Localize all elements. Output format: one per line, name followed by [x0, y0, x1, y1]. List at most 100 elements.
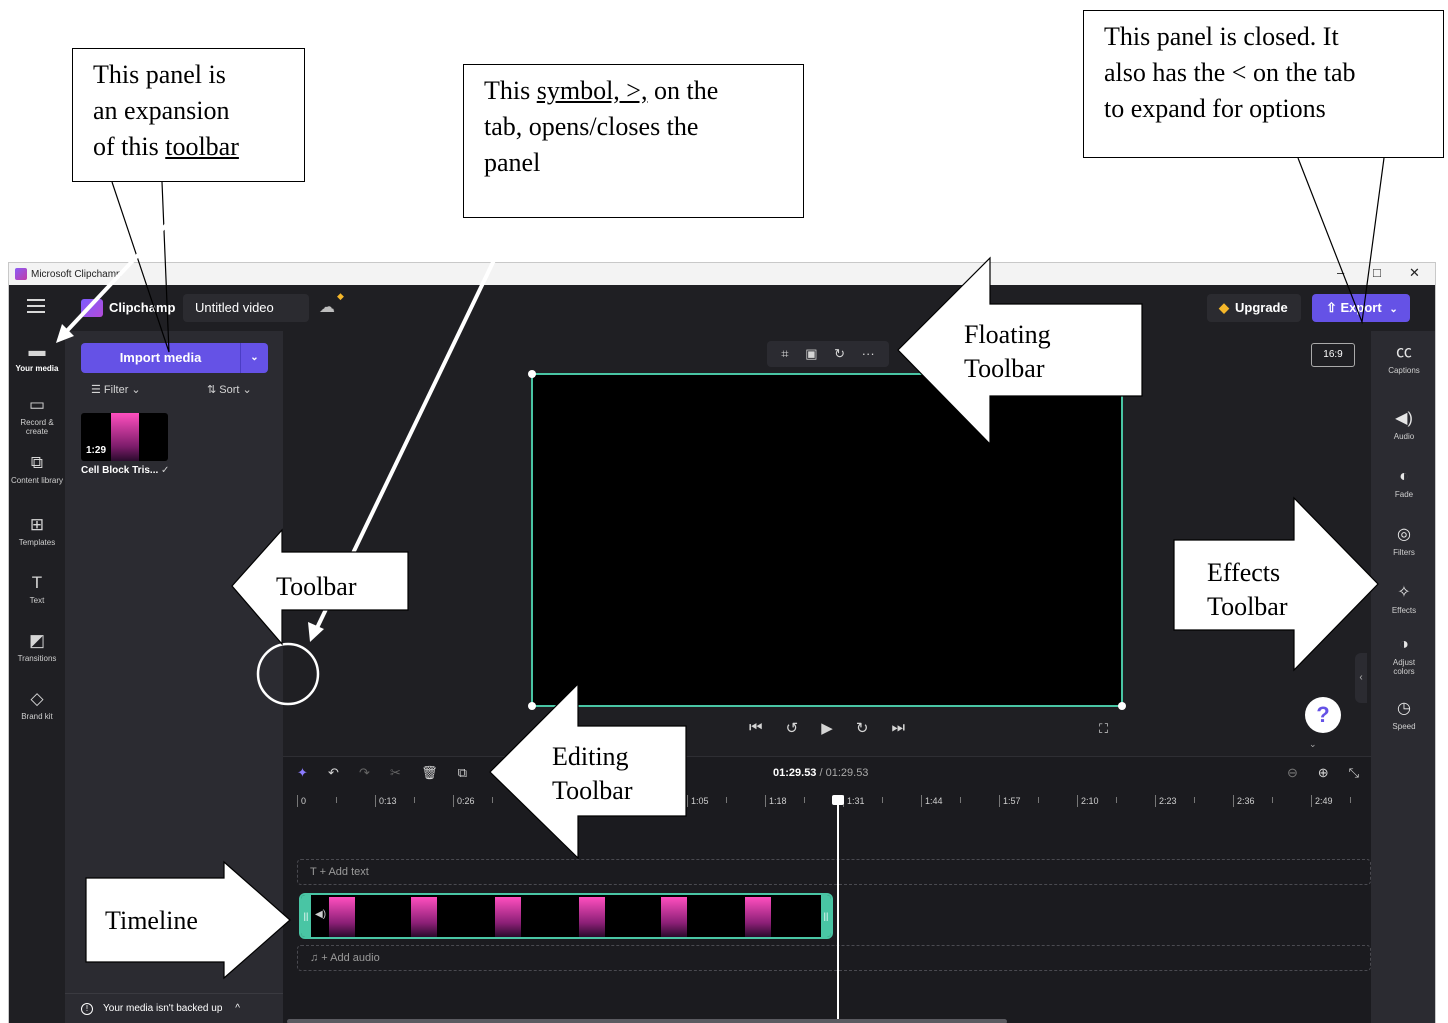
ruler-minor-tick — [1272, 797, 1273, 803]
expand-chevron-icon: ^ — [235, 1003, 240, 1014]
ruler-minor-tick — [1038, 797, 1039, 803]
split-icon[interactable]: ✂ — [390, 765, 401, 781]
fit-icon[interactable]: ▣ — [805, 341, 817, 367]
camera-icon: ▭ — [28, 395, 46, 414]
nav-transitions[interactable]: ◩ Transitions — [9, 631, 65, 663]
nav-text[interactable]: T Text — [9, 573, 65, 605]
forward-5s-icon[interactable]: ↻ — [856, 719, 869, 737]
nav-brand-kit[interactable]: ◇ Brand kit — [9, 689, 65, 721]
right-item-speed[interactable]: ◷ Speed — [1371, 699, 1435, 731]
timeline: ✦ ↶ ↷ ✂ 🗑 ⧉ 01:29.53 / 01:29.53 ⊖ ⊕ ⤡ 0 … — [283, 756, 1371, 1023]
right-item-effects[interactable]: ✧ Effects — [1371, 583, 1435, 615]
ruler-tick: 0:26 — [453, 795, 475, 807]
ruler-tick: 1:57 — [999, 795, 1021, 807]
timeline-label: Timeline — [105, 906, 198, 935]
redo-icon[interactable]: ↷ — [359, 765, 370, 781]
magic-icon[interactable]: ✦ — [297, 765, 308, 781]
minimize-icon[interactable]: – — [1337, 265, 1344, 280]
window-title: Microsoft Clipchamp — [31, 268, 122, 280]
right-item-captions[interactable]: ㏄ Captions — [1371, 343, 1435, 375]
right-item-adjust-colors[interactable]: ◑ Adjust colors — [1371, 635, 1435, 676]
nav-templates[interactable]: ⊞ Templates — [9, 515, 65, 547]
diamond-icon: ◆ — [1219, 300, 1229, 315]
video-clip[interactable]: || ◀) || — [299, 893, 833, 939]
right-item-filters[interactable]: ◎ Filters — [1371, 525, 1435, 557]
filter-dropdown[interactable]: ☰ Filter ⌄ — [91, 383, 141, 396]
nav-record-create[interactable]: ▭ Record & create — [9, 395, 65, 436]
nav-content-library[interactable]: ⧉ Content library — [9, 453, 65, 485]
ruler-tick: 1:18 — [765, 795, 787, 807]
hamburger-menu-icon[interactable] — [27, 299, 45, 313]
skip-back-icon[interactable]: ⏮ — [749, 719, 763, 737]
right-item-label: Effects — [1391, 606, 1417, 615]
ruler-minor-tick — [336, 797, 337, 803]
aspect-ratio-button[interactable]: 16:9 — [1311, 343, 1355, 367]
import-options-chevron-icon[interactable]: ⌄ — [240, 343, 268, 373]
magic-wand-icon: ✧ — [1397, 584, 1411, 601]
clip-frame — [661, 897, 687, 937]
fit-timeline-icon[interactable]: ⤡ — [1349, 765, 1359, 781]
fade-icon: ◐ — [1399, 468, 1409, 485]
page: Microsoft Clipchamp – □ ✕ Clipchamp Unti… — [0, 0, 1448, 1023]
right-item-fade[interactable]: ◐ Fade — [1371, 467, 1435, 499]
expand-properties-tab[interactable]: ‹ — [1355, 653, 1367, 703]
callout-line: an expansion — [93, 96, 230, 125]
skip-forward-icon[interactable]: ⏭ — [891, 719, 905, 737]
ruler-minor-tick — [960, 797, 961, 803]
total-time: / 01:29.53 — [816, 767, 869, 779]
sort-icon: ⇅ — [207, 384, 220, 396]
export-button[interactable]: ⇧ Export ⌄ — [1312, 294, 1410, 322]
play-icon[interactable]: ▶ — [821, 719, 833, 737]
video-canvas[interactable] — [528, 370, 1126, 710]
rotate-icon[interactable]: ↻ — [834, 341, 845, 367]
sort-dropdown[interactable]: ⇅ Sort ⌄ — [207, 383, 252, 396]
nav-your-media[interactable]: ▬ Your media — [9, 341, 65, 373]
add-text-track[interactable]: T + Add text — [297, 859, 1371, 885]
clip-trim-handle-left[interactable]: || — [301, 895, 311, 937]
backup-notice[interactable]: ! Your media isn't backed up ^ — [65, 993, 283, 1023]
callout-line: panel — [484, 148, 541, 177]
undo-icon[interactable]: ↶ — [328, 765, 339, 781]
callout-underlined-text: toolbar — [165, 132, 239, 161]
fullscreen-icon[interactable]: ⛶ — [1099, 721, 1108, 737]
delete-icon[interactable]: 🗑 — [421, 765, 438, 781]
nav-label: Templates — [18, 538, 56, 547]
folder-icon: ▬ — [28, 341, 46, 360]
resize-handle[interactable] — [528, 370, 536, 378]
playhead[interactable] — [832, 795, 844, 1023]
resize-handle[interactable] — [1118, 702, 1126, 710]
clip-frame — [745, 897, 771, 937]
ruler-tick: 2:49 — [1311, 795, 1333, 807]
media-thumbnail[interactable]: 1:29 — [81, 413, 168, 461]
crop-icon[interactable]: ⌗ — [781, 341, 788, 367]
video-title-input[interactable]: Untitled video — [183, 294, 309, 322]
help-button[interactable]: ? — [1305, 697, 1341, 733]
rewind-5s-icon[interactable]: ↺ — [786, 719, 799, 737]
timeline-scrollbar[interactable] — [287, 1019, 1007, 1023]
clip-audio-icon[interactable]: ◀) — [315, 909, 326, 920]
more-icon[interactable]: ··· — [862, 341, 875, 367]
floating-toolbar: ⌗ ▣ ↻ ··· — [767, 341, 889, 367]
right-item-audio[interactable]: ◀) Audio — [1371, 409, 1435, 441]
effects-toolbar: ㏄ Captions ◀) Audio ◐ Fade ◎ Filters ✧ E… — [1371, 331, 1435, 1023]
duplicate-icon[interactable]: ⧉ — [458, 765, 467, 781]
adjust-colors-icon: ◑ — [1399, 636, 1409, 653]
left-toolbar: ▬ Your media ▭ Record & create ⧉ Content… — [9, 331, 65, 1023]
floating-toolbar-label: Floating Toolbar — [964, 318, 1051, 386]
add-audio-track[interactable]: ♫ + Add audio — [297, 945, 1371, 971]
resize-handle[interactable] — [1118, 370, 1126, 378]
clip-trim-handle-right[interactable]: || — [821, 895, 831, 937]
clipchamp-app-icon — [15, 268, 27, 280]
import-media-button[interactable]: Import media ⌄ — [81, 343, 268, 373]
upgrade-button[interactable]: ◆ Upgrade — [1207, 294, 1301, 322]
label-line: Effects — [1207, 558, 1281, 587]
info-icon: ! — [81, 1003, 93, 1015]
help-chevron-icon[interactable]: ⌄ — [1309, 739, 1317, 750]
zoom-in-icon[interactable]: ⊕ — [1318, 765, 1329, 781]
right-item-label: Adjust colors — [1392, 658, 1416, 676]
maximize-icon[interactable]: □ — [1373, 265, 1381, 280]
cloud-off-icon[interactable]: ☁ — [319, 297, 335, 317]
resize-handle[interactable] — [528, 702, 536, 710]
close-icon[interactable]: ✕ — [1409, 265, 1420, 281]
zoom-out-icon[interactable]: ⊖ — [1287, 765, 1298, 781]
